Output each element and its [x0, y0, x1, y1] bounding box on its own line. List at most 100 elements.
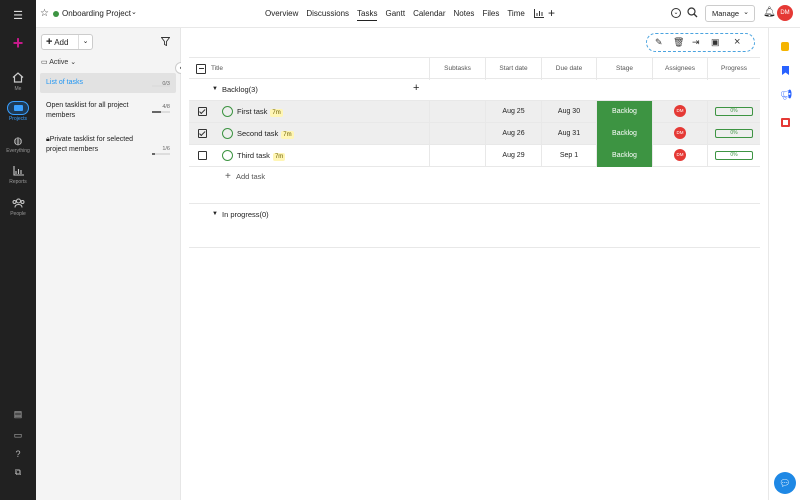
due-date-cell[interactable]: Sep 1	[541, 145, 596, 167]
col-due-date[interactable]: Due date	[541, 58, 596, 80]
start-date-cell[interactable]: Aug 25	[485, 101, 541, 123]
create-plus-icon[interactable]: +	[0, 33, 36, 54]
add-to-group-icon[interactable]: +	[413, 82, 419, 94]
col-subtasks[interactable]: Subtasks	[429, 58, 485, 80]
add-tab-icon[interactable]: +	[548, 6, 555, 20]
progress-bar[interactable]: 0%	[715, 150, 753, 160]
move-icon[interactable]: ⇥	[692, 37, 700, 48]
star-icon[interactable]: ☆	[40, 8, 49, 19]
manage-button[interactable]: Manage ⌄	[705, 5, 755, 22]
col-stage[interactable]: Stage	[596, 58, 652, 80]
tasklist-item[interactable]: List of tasks 0/3	[40, 73, 176, 93]
col-title[interactable]: Title	[211, 58, 223, 80]
task-row[interactable]: Second task 7m Aug 26 Aug 31 Backlog DM 0…	[189, 123, 760, 145]
tab-discussions[interactable]: Discussions	[306, 9, 349, 18]
trash-icon[interactable]: 🗑︎	[673, 37, 684, 48]
tab-gantt[interactable]: Gantt	[385, 9, 405, 18]
assignee-avatar[interactable]: DM	[674, 127, 686, 140]
active-filter-dropdown[interactable]: ▭ Active ⌄	[41, 58, 76, 66]
task-row[interactable]: First task 7m Aug 25 Aug 30 Backlog DM 0%	[189, 101, 760, 123]
assignee-avatar[interactable]: DM	[674, 105, 686, 118]
group-header-in-progress[interactable]: ▼ In progress(0)	[189, 204, 760, 226]
search-icon[interactable]	[687, 7, 698, 20]
add-task-button[interactable]: + Add task	[225, 171, 265, 182]
rail-item-reports[interactable]: Reports	[0, 166, 36, 185]
plus-icon: +	[46, 36, 53, 48]
bookmark-icon[interactable]	[782, 66, 789, 75]
col-assignees[interactable]: Assignees	[652, 58, 707, 80]
progress-cell[interactable]: 0%	[707, 123, 760, 145]
help-icon[interactable]: ?	[0, 449, 36, 459]
tab-calendar[interactable]: Calendar	[413, 9, 445, 18]
complete-circle-icon[interactable]	[222, 150, 233, 161]
caret-down-icon[interactable]: ▼	[212, 86, 218, 92]
assignees-cell[interactable]: DM	[652, 145, 707, 167]
col-start-date[interactable]: Start date	[485, 58, 541, 80]
progress-cell[interactable]: 0%	[707, 145, 760, 167]
row-checkbox[interactable]	[198, 129, 207, 138]
row-checkbox[interactable]	[198, 151, 207, 160]
chevron-down-icon[interactable]: ⌄	[131, 8, 137, 16]
chevron-down-icon[interactable]: ⌄	[78, 35, 92, 49]
close-icon[interactable]: ×	[734, 36, 740, 48]
stage-cell[interactable]: Backlog	[596, 101, 652, 123]
hamburger-menu-icon[interactable]: ☰	[0, 9, 36, 22]
progress-bar[interactable]: 0%	[715, 106, 753, 116]
due-date-cell[interactable]: Aug 31	[541, 123, 596, 145]
progress-bar[interactable]: 0%	[715, 128, 753, 138]
start-date-cell[interactable]: Aug 29	[485, 145, 541, 167]
subtasks-cell[interactable]	[429, 101, 485, 123]
timer-icon[interactable]: ⌄	[671, 8, 681, 18]
task-title-text: Third task	[237, 151, 270, 160]
complete-circle-icon[interactable]	[222, 128, 233, 139]
due-date-cell[interactable]: Aug 30	[541, 101, 596, 123]
row-checkbox[interactable]	[198, 107, 207, 116]
rail-item-projects[interactable]: Projects	[0, 101, 36, 122]
user-avatar[interactable]: DM	[777, 5, 793, 21]
task-title[interactable]: Second task 7m	[237, 129, 294, 139]
rail-item-everything[interactable]: ◍ Everything	[0, 136, 36, 154]
caret-down-icon[interactable]: ▼	[212, 211, 218, 217]
tab-notes[interactable]: Notes	[454, 9, 475, 18]
filter-icon[interactable]	[160, 37, 171, 48]
complete-circle-icon[interactable]	[222, 106, 233, 117]
rail-item-me[interactable]: Me	[0, 72, 36, 92]
tab-files[interactable]: Files	[482, 9, 499, 18]
assignees-cell[interactable]: DM	[652, 101, 707, 123]
collapse-all-icon[interactable]	[196, 64, 206, 74]
stage-cell[interactable]: Backlog	[596, 123, 652, 145]
megaphone-icon[interactable]: 📢︎	[780, 90, 793, 101]
keyboard-icon[interactable]: ▭	[0, 430, 36, 441]
progress-cell[interactable]: 0%	[707, 101, 760, 123]
tab-time[interactable]: Time	[507, 9, 524, 18]
tasklist-sidebar: + Add ⌄ ▭ Active ⌄ List of tasks 0/3 Ope…	[36, 28, 187, 500]
bell-icon[interactable]: 🔔︎	[763, 7, 776, 18]
screen-share-icon[interactable]: ⧉	[0, 467, 36, 478]
subtasks-cell[interactable]	[429, 145, 485, 167]
chat-bubble-icon[interactable]: 💬︎	[774, 472, 796, 494]
start-date-cell[interactable]: Aug 26	[485, 123, 541, 145]
stage-cell[interactable]: Backlog	[596, 145, 652, 167]
edit-pencil-icon[interactable]: ✎	[655, 37, 663, 48]
tasklist-item[interactable]: Open tasklist for all project members 4/…	[40, 98, 176, 128]
subtasks-cell[interactable]	[429, 123, 485, 145]
task-row[interactable]: Third task 7m Aug 29 Sep 1 Backlog DM 0%	[189, 145, 760, 167]
tab-tasks[interactable]: Tasks	[357, 9, 378, 21]
assignee-avatar[interactable]: DM	[674, 149, 686, 162]
task-title[interactable]: First task 7m	[237, 107, 283, 117]
col-progress[interactable]: Progress	[707, 58, 760, 80]
group-header-backlog[interactable]: ▼ Backlog(3) +	[189, 79, 760, 101]
calendar-icon[interactable]	[781, 118, 790, 127]
rail-item-people[interactable]: People	[0, 198, 36, 217]
assignees-cell[interactable]: DM	[652, 123, 707, 145]
add-button[interactable]: + Add ⌄	[41, 34, 93, 50]
tasklist-item[interactable]: 🔒︎Private tasklist for selected project …	[40, 132, 176, 166]
sticky-note-icon[interactable]	[781, 42, 789, 51]
tab-overview[interactable]: Overview	[265, 9, 298, 18]
project-title[interactable]: Onboarding Project	[62, 9, 131, 18]
task-title[interactable]: Third task 7m	[237, 151, 286, 161]
archive-icon[interactable]: ▣	[711, 37, 720, 48]
chat-icon[interactable]: ▤	[0, 409, 36, 420]
tasklist-progress-bar	[152, 153, 170, 155]
reports-tab-icon[interactable]	[534, 9, 544, 20]
